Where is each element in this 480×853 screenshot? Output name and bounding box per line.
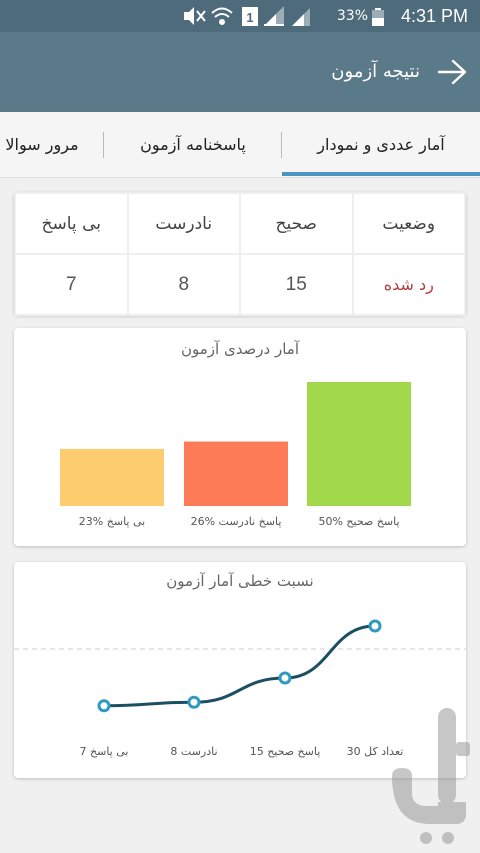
bar-chart: پاسخ صحیح %50 پاسخ نادرست %26 بی پاسخ %23 bbox=[60, 382, 411, 528]
tab-answer-sheet[interactable]: پاسخنامه آزمون bbox=[104, 112, 282, 177]
arrow-forward-icon bbox=[437, 59, 467, 85]
header-status: وضعیت bbox=[351, 192, 466, 255]
x-tick-label: پاسخ صحیح 15 bbox=[250, 745, 321, 758]
tab-bar: آمار عددی و نمودار پاسخنامه آزمون مرور س… bbox=[0, 112, 480, 178]
tab-stats-chart[interactable]: آمار عددی و نمودار bbox=[282, 112, 480, 177]
x-tick-label: بی پاسخ 7 bbox=[80, 745, 129, 758]
bar-label: پاسخ صحیح %50 bbox=[318, 515, 399, 528]
value-unanswered: 7 bbox=[14, 253, 129, 316]
app-store-logo bbox=[392, 708, 470, 844]
bar bbox=[60, 448, 164, 506]
value-wrong: 8 bbox=[126, 253, 241, 316]
header-wrong: نادرست bbox=[126, 192, 241, 255]
stats-value-row: رد شده 15 8 7 bbox=[14, 253, 466, 316]
battery-icon bbox=[372, 8, 384, 26]
data-point bbox=[97, 699, 111, 713]
stats-header-row: وضعیت صحیح نادرست بی پاسخ bbox=[14, 192, 466, 255]
data-point bbox=[368, 619, 382, 633]
signal-icon-2 bbox=[292, 8, 310, 26]
data-point bbox=[278, 671, 292, 685]
value-correct: 15 bbox=[239, 253, 354, 316]
wifi-icon bbox=[211, 7, 233, 25]
header-unanswered: بی پاسخ bbox=[14, 192, 129, 255]
series-line bbox=[103, 624, 376, 708]
header-correct: صحیح bbox=[239, 192, 354, 255]
signal-icon bbox=[264, 6, 284, 26]
battery-percent: 33% bbox=[336, 8, 368, 24]
sim-icon: 1 bbox=[242, 7, 258, 26]
status-icons: 1 bbox=[184, 6, 310, 26]
back-button[interactable] bbox=[432, 52, 472, 92]
bar bbox=[184, 441, 288, 506]
bar-label: بی پاسخ %23 bbox=[79, 515, 145, 528]
value-status: رد شده bbox=[351, 253, 466, 316]
tab-indicator bbox=[282, 172, 480, 176]
app-bar: نتیجه آزمون bbox=[0, 32, 480, 112]
bar bbox=[307, 382, 411, 506]
page-title: نتیجه آزمون bbox=[331, 61, 420, 82]
clock: 4:31 PM bbox=[400, 6, 468, 26]
bar-label: پاسخ نادرست %26 bbox=[191, 515, 282, 528]
svg-text:1: 1 bbox=[246, 10, 253, 25]
stats-card: وضعیت صحیح نادرست بی پاسخ رد شده 15 8 7 bbox=[14, 192, 466, 316]
x-tick-label: نادرست 8 bbox=[170, 745, 217, 758]
stats-table: وضعیت صحیح نادرست بی پاسخ رد شده 15 8 7 bbox=[14, 192, 466, 316]
data-point bbox=[187, 695, 201, 709]
mute-icon bbox=[184, 7, 206, 25]
status-bar: 1 33% 4:31 PM bbox=[0, 0, 480, 32]
tab-review-questions[interactable]: مرور سوالا bbox=[0, 112, 104, 177]
bar-chart-card: آمار درصدی آزمون پاسخ صحیح %50 پاسخ نادرس… bbox=[14, 328, 466, 546]
